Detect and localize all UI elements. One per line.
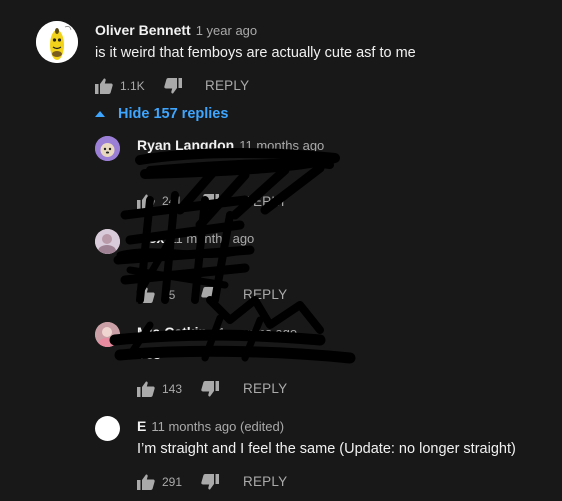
reply-timestamp[interactable]: 11 months ago (212, 325, 297, 340)
author-name[interactable]: Oliver Bennett (95, 22, 191, 38)
reply-button[interactable]: REPLY (243, 287, 287, 302)
reply-button[interactable]: REPLY (243, 474, 287, 489)
reply-timestamp[interactable]: 11 months ago (169, 231, 254, 246)
banana-avatar-image (36, 21, 78, 63)
reply-text: Yes (137, 347, 161, 363)
avatar-oliver-bennett[interactable] (36, 21, 78, 63)
like-count: 55 (162, 288, 176, 302)
avatar-ryan-langdon[interactable] (95, 136, 120, 161)
reply-button[interactable]: REPLY (205, 78, 249, 93)
thumb-up-icon[interactable] (137, 381, 155, 397)
thumb-up-icon[interactable] (95, 78, 113, 94)
comment-header: Oliver Bennett 1 year ago (95, 22, 257, 38)
like-count: 143 (162, 382, 183, 396)
thumb-down-icon[interactable] (201, 194, 219, 210)
author-name[interactable]: alex (137, 230, 164, 246)
comment-text: is it weird that femboys are actually cu… (95, 45, 416, 61)
caret-up-icon (95, 111, 105, 117)
reply-header: alex 11 months ago (137, 230, 254, 246)
thumb-up-icon[interactable] (137, 474, 155, 490)
avatar-e[interactable] (95, 416, 120, 441)
hide-replies-label: Hide 157 replies (118, 106, 229, 122)
author-name[interactable]: E (137, 418, 146, 434)
reply-button[interactable]: REPLY (243, 194, 287, 209)
photo-avatar-image (95, 322, 120, 347)
avatar-mia-catkin[interactable] (95, 322, 120, 347)
photo-avatar-image (95, 229, 120, 254)
thumb-up-icon[interactable] (137, 194, 155, 210)
reply-header: Mia Catkin 11 months ago (137, 324, 297, 340)
thumb-down-icon[interactable] (201, 287, 219, 303)
like-count: 1.1K (120, 79, 145, 93)
hide-replies-toggle[interactable]: Hide 157 replies (95, 106, 228, 122)
reply-button[interactable]: REPLY (243, 381, 287, 396)
dog-avatar-image (95, 136, 120, 161)
comment-timestamp[interactable]: 1 year ago (196, 23, 257, 38)
avatar-alex[interactable] (95, 229, 120, 254)
like-count: 241 (162, 194, 183, 208)
thumb-down-icon[interactable] (164, 78, 182, 94)
like-count: 291 (162, 475, 183, 489)
reply-header: Ryan Langdon 11 months ago (137, 137, 324, 153)
reply-timestamp[interactable]: 11 months ago (edited) (151, 419, 284, 434)
author-name[interactable]: Mia Catkin (137, 324, 207, 340)
thumb-up-icon[interactable] (137, 287, 155, 303)
author-name[interactable]: Ryan Langdon (137, 137, 234, 153)
thumb-down-icon[interactable] (201, 381, 219, 397)
reply-text: I’m straight and I feel the same (Update… (137, 441, 516, 457)
reply-timestamp[interactable]: 11 months ago (239, 138, 324, 153)
thumb-down-icon[interactable] (201, 474, 219, 490)
reply-header: E 11 months ago (edited) (137, 418, 284, 434)
